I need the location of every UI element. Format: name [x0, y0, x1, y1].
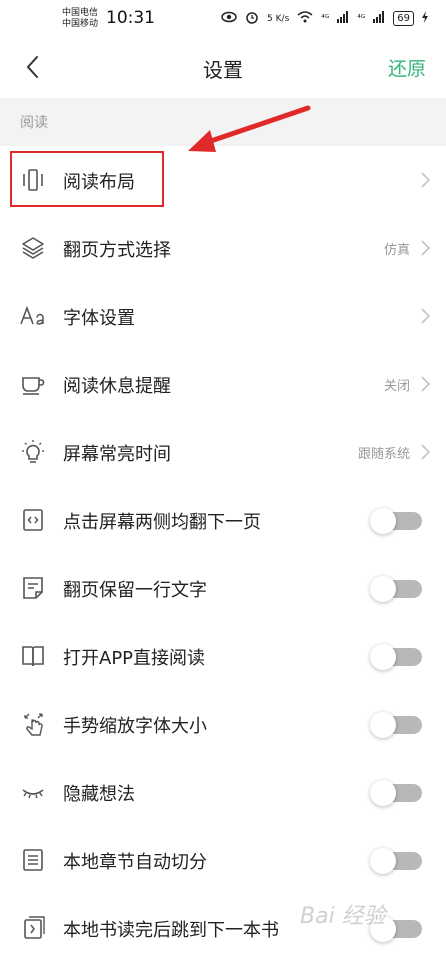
alarm-icon — [245, 10, 259, 27]
cup-icon — [18, 369, 48, 399]
annotation-arrow-icon — [188, 105, 311, 152]
toggle-switch[interactable] — [370, 712, 422, 738]
chevron-right-icon — [421, 308, 431, 324]
signal-bars-icon — [337, 11, 349, 26]
status-bar: 中国电信 中国移动 10:31 5 K/s ⁴ᴳ ⁴ᴳ 69 — [0, 0, 446, 38]
watermark: Bai 经验 — [300, 904, 386, 929]
setting-label: 翻页保留一行文字 — [63, 580, 207, 601]
toggle-switch[interactable] — [370, 508, 422, 534]
restore-button[interactable]: 还原 — [388, 54, 426, 81]
list-icon — [18, 845, 48, 875]
setting-value: 仿真 — [383, 243, 410, 258]
setting-label: 手势缩放字体大小 — [63, 716, 207, 737]
font-icon — [18, 301, 48, 331]
setting-row-rest-reminder[interactable]: 阅读休息提醒 关闭 — [0, 350, 446, 418]
setting-label: 阅读休息提醒 — [63, 376, 171, 397]
chevron-right-icon — [421, 444, 431, 460]
status-icons: 5 K/s ⁴ᴳ ⁴ᴳ 69 — [221, 10, 428, 27]
toggle-switch[interactable] — [370, 644, 422, 670]
toggle-switch[interactable] — [370, 576, 422, 602]
signal-label-1: ⁴ᴳ — [321, 13, 330, 24]
toggle-switch[interactable] — [370, 848, 422, 874]
setting-label: 打开APP直接阅读 — [63, 648, 206, 669]
net-speed: 5 K/s — [267, 13, 290, 24]
setting-row-page-turn-mode[interactable]: 翻页方式选择 仿真 — [0, 214, 446, 282]
setting-row-gesture-zoom[interactable]: 手势缩放字体大小 — [0, 690, 446, 758]
setting-row-open-app-read[interactable]: 打开APP直接阅读 — [0, 622, 446, 690]
setting-label: 字体设置 — [63, 308, 135, 329]
setting-label: 本地章节自动切分 — [63, 852, 207, 873]
setting-value: 关闭 — [383, 379, 410, 394]
setting-label: 屏幕常亮时间 — [63, 444, 171, 465]
setting-value: 跟随系统 — [357, 447, 410, 462]
signal-bars-icon — [373, 11, 385, 26]
page-title: 设置 — [203, 58, 243, 82]
bulb-icon — [18, 437, 48, 467]
setting-label: 隐藏想法 — [63, 784, 135, 805]
carrier-labels: 中国电信 中国移动 — [62, 8, 98, 30]
setting-label: 本地书读完后跳到下一本书 — [63, 920, 279, 941]
chevron-right-icon — [421, 240, 431, 256]
signal-label-2: ⁴ᴳ — [357, 13, 366, 24]
book-icon — [18, 641, 48, 671]
setting-row-keep-line[interactable]: 翻页保留一行文字 — [0, 554, 446, 622]
carrier-1: 中国电信 — [62, 8, 99, 18]
charging-icon — [422, 11, 428, 26]
setting-row-screen-on-time[interactable]: 屏幕常亮时间 跟随系统 — [0, 418, 446, 486]
annotation-highlight-box — [10, 151, 164, 207]
wifi-icon — [297, 11, 313, 26]
setting-row-hide-thoughts[interactable]: 隐藏想法 — [0, 758, 446, 826]
gesture-icon — [18, 709, 48, 739]
eye-icon — [221, 11, 237, 26]
section-title: 阅读 — [20, 115, 48, 131]
setting-row-font-settings[interactable]: 字体设置 — [0, 282, 446, 350]
clock: 10:31 — [106, 8, 155, 28]
tap-sides-icon — [18, 505, 48, 535]
app-header: 设置 还原 — [0, 38, 446, 98]
setting-row-auto-split[interactable]: 本地章节自动切分 — [0, 826, 446, 894]
setting-label: 点击屏幕两侧均翻下一页 — [63, 512, 261, 533]
setting-row-tap-sides-next[interactable]: 点击屏幕两侧均翻下一页 — [0, 486, 446, 554]
chevron-right-icon — [421, 376, 431, 392]
eye-closed-icon — [18, 777, 48, 807]
layers-icon — [18, 233, 48, 263]
battery-indicator: 69 — [393, 11, 414, 26]
next-book-icon — [18, 913, 48, 943]
toggle-switch[interactable] — [370, 780, 422, 806]
carrier-2: 中国移动 — [62, 19, 99, 29]
note-icon — [18, 573, 48, 603]
chevron-right-icon — [421, 172, 431, 188]
setting-label: 翻页方式选择 — [63, 240, 171, 261]
